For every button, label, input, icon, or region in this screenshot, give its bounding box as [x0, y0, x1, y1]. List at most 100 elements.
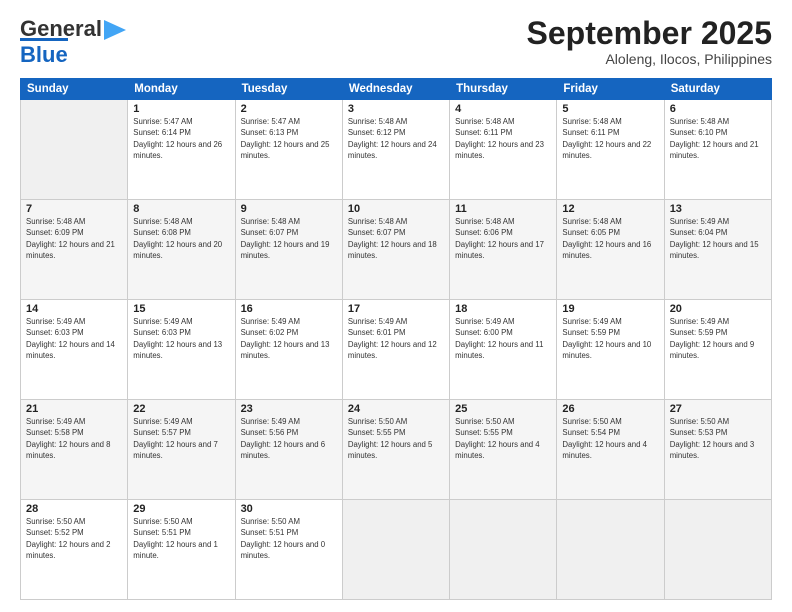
- cell-info: Sunrise: 5:50 AMSunset: 5:51 PMDaylight:…: [241, 516, 337, 561]
- cell-info: Sunrise: 5:50 AMSunset: 5:52 PMDaylight:…: [26, 516, 122, 561]
- calendar-cell: 26Sunrise: 5:50 AMSunset: 5:54 PMDayligh…: [557, 400, 664, 500]
- day-number: 24: [348, 403, 444, 415]
- day-number: 26: [562, 403, 658, 415]
- day-number: 17: [348, 303, 444, 315]
- cell-info: Sunrise: 5:49 AMSunset: 5:56 PMDaylight:…: [241, 416, 337, 461]
- cell-info: Sunrise: 5:48 AMSunset: 6:06 PMDaylight:…: [455, 216, 551, 261]
- cell-info: Sunrise: 5:48 AMSunset: 6:05 PMDaylight:…: [562, 216, 658, 261]
- calendar-cell: 29Sunrise: 5:50 AMSunset: 5:51 PMDayligh…: [128, 500, 235, 600]
- day-number: 11: [455, 203, 551, 215]
- cell-info: Sunrise: 5:49 AMSunset: 5:59 PMDaylight:…: [562, 316, 658, 361]
- calendar-cell: [557, 500, 664, 600]
- calendar-cell: 16Sunrise: 5:49 AMSunset: 6:02 PMDayligh…: [235, 300, 342, 400]
- cell-info: Sunrise: 5:50 AMSunset: 5:53 PMDaylight:…: [670, 416, 766, 461]
- calendar-week-2: 7Sunrise: 5:48 AMSunset: 6:09 PMDaylight…: [21, 200, 772, 300]
- calendar-cell: 19Sunrise: 5:49 AMSunset: 5:59 PMDayligh…: [557, 300, 664, 400]
- day-number: 29: [133, 503, 229, 515]
- cell-info: Sunrise: 5:48 AMSunset: 6:09 PMDaylight:…: [26, 216, 122, 261]
- calendar-cell: 9Sunrise: 5:48 AMSunset: 6:07 PMDaylight…: [235, 200, 342, 300]
- calendar-cell: 13Sunrise: 5:49 AMSunset: 6:04 PMDayligh…: [664, 200, 771, 300]
- weekday-header-wednesday: Wednesday: [342, 79, 449, 100]
- weekday-header-tuesday: Tuesday: [235, 79, 342, 100]
- cell-info: Sunrise: 5:47 AMSunset: 6:13 PMDaylight:…: [241, 116, 337, 161]
- calendar-cell: 21Sunrise: 5:49 AMSunset: 5:58 PMDayligh…: [21, 400, 128, 500]
- day-number: 28: [26, 503, 122, 515]
- calendar-week-4: 21Sunrise: 5:49 AMSunset: 5:58 PMDayligh…: [21, 400, 772, 500]
- cell-info: Sunrise: 5:49 AMSunset: 6:00 PMDaylight:…: [455, 316, 551, 361]
- cell-info: Sunrise: 5:48 AMSunset: 6:07 PMDaylight:…: [348, 216, 444, 261]
- day-number: 6: [670, 103, 766, 115]
- cell-info: Sunrise: 5:49 AMSunset: 6:04 PMDaylight:…: [670, 216, 766, 261]
- day-number: 22: [133, 403, 229, 415]
- calendar-cell: 23Sunrise: 5:49 AMSunset: 5:56 PMDayligh…: [235, 400, 342, 500]
- day-number: 21: [26, 403, 122, 415]
- calendar-cell: 8Sunrise: 5:48 AMSunset: 6:08 PMDaylight…: [128, 200, 235, 300]
- calendar-cell: 5Sunrise: 5:48 AMSunset: 6:11 PMDaylight…: [557, 100, 664, 200]
- calendar-cell: 28Sunrise: 5:50 AMSunset: 5:52 PMDayligh…: [21, 500, 128, 600]
- header: General Blue September 2025 Aloleng, Ilo…: [20, 16, 772, 68]
- day-number: 14: [26, 303, 122, 315]
- day-number: 15: [133, 303, 229, 315]
- day-number: 27: [670, 403, 766, 415]
- logo: General Blue: [20, 16, 126, 68]
- calendar-cell: 14Sunrise: 5:49 AMSunset: 6:03 PMDayligh…: [21, 300, 128, 400]
- cell-info: Sunrise: 5:50 AMSunset: 5:54 PMDaylight:…: [562, 416, 658, 461]
- weekday-header-sunday: Sunday: [21, 79, 128, 100]
- title-block: September 2025 Aloleng, Ilocos, Philippi…: [527, 16, 772, 67]
- cell-info: Sunrise: 5:48 AMSunset: 6:07 PMDaylight:…: [241, 216, 337, 261]
- calendar-week-5: 28Sunrise: 5:50 AMSunset: 5:52 PMDayligh…: [21, 500, 772, 600]
- calendar-cell: 18Sunrise: 5:49 AMSunset: 6:00 PMDayligh…: [450, 300, 557, 400]
- day-number: 10: [348, 203, 444, 215]
- calendar-cell: 24Sunrise: 5:50 AMSunset: 5:55 PMDayligh…: [342, 400, 449, 500]
- cell-info: Sunrise: 5:48 AMSunset: 6:10 PMDaylight:…: [670, 116, 766, 161]
- cell-info: Sunrise: 5:49 AMSunset: 6:01 PMDaylight:…: [348, 316, 444, 361]
- logo-arrow-icon: [104, 20, 126, 40]
- cell-info: Sunrise: 5:49 AMSunset: 5:59 PMDaylight:…: [670, 316, 766, 361]
- calendar-cell: [21, 100, 128, 200]
- cell-info: Sunrise: 5:50 AMSunset: 5:55 PMDaylight:…: [348, 416, 444, 461]
- calendar-cell: 10Sunrise: 5:48 AMSunset: 6:07 PMDayligh…: [342, 200, 449, 300]
- day-number: 1: [133, 103, 229, 115]
- calendar-table: SundayMondayTuesdayWednesdayThursdayFrid…: [20, 78, 772, 600]
- day-number: 3: [348, 103, 444, 115]
- cell-info: Sunrise: 5:49 AMSunset: 6:02 PMDaylight:…: [241, 316, 337, 361]
- day-number: 4: [455, 103, 551, 115]
- cell-info: Sunrise: 5:49 AMSunset: 6:03 PMDaylight:…: [26, 316, 122, 361]
- day-number: 2: [241, 103, 337, 115]
- day-number: 16: [241, 303, 337, 315]
- day-number: 30: [241, 503, 337, 515]
- weekday-header-thursday: Thursday: [450, 79, 557, 100]
- day-number: 23: [241, 403, 337, 415]
- calendar-cell: 7Sunrise: 5:48 AMSunset: 6:09 PMDaylight…: [21, 200, 128, 300]
- calendar-cell: 1Sunrise: 5:47 AMSunset: 6:14 PMDaylight…: [128, 100, 235, 200]
- month-title: September 2025: [527, 16, 772, 51]
- logo-blue: Blue: [20, 38, 68, 68]
- day-number: 19: [562, 303, 658, 315]
- cell-info: Sunrise: 5:48 AMSunset: 6:11 PMDaylight:…: [562, 116, 658, 161]
- calendar-cell: 25Sunrise: 5:50 AMSunset: 5:55 PMDayligh…: [450, 400, 557, 500]
- cell-info: Sunrise: 5:50 AMSunset: 5:55 PMDaylight:…: [455, 416, 551, 461]
- calendar-cell: 22Sunrise: 5:49 AMSunset: 5:57 PMDayligh…: [128, 400, 235, 500]
- page: General Blue September 2025 Aloleng, Ilo…: [0, 0, 792, 612]
- day-number: 12: [562, 203, 658, 215]
- cell-info: Sunrise: 5:48 AMSunset: 6:08 PMDaylight:…: [133, 216, 229, 261]
- calendar-cell: 2Sunrise: 5:47 AMSunset: 6:13 PMDaylight…: [235, 100, 342, 200]
- calendar-cell: 17Sunrise: 5:49 AMSunset: 6:01 PMDayligh…: [342, 300, 449, 400]
- day-number: 18: [455, 303, 551, 315]
- cell-info: Sunrise: 5:49 AMSunset: 5:57 PMDaylight:…: [133, 416, 229, 461]
- calendar-cell: 15Sunrise: 5:49 AMSunset: 6:03 PMDayligh…: [128, 300, 235, 400]
- cell-info: Sunrise: 5:49 AMSunset: 6:03 PMDaylight:…: [133, 316, 229, 361]
- calendar-week-1: 1Sunrise: 5:47 AMSunset: 6:14 PMDaylight…: [21, 100, 772, 200]
- cell-info: Sunrise: 5:48 AMSunset: 6:11 PMDaylight:…: [455, 116, 551, 161]
- cell-info: Sunrise: 5:48 AMSunset: 6:12 PMDaylight:…: [348, 116, 444, 161]
- calendar-cell: 3Sunrise: 5:48 AMSunset: 6:12 PMDaylight…: [342, 100, 449, 200]
- day-number: 7: [26, 203, 122, 215]
- weekday-header-saturday: Saturday: [664, 79, 771, 100]
- calendar-cell: 12Sunrise: 5:48 AMSunset: 6:05 PMDayligh…: [557, 200, 664, 300]
- cell-info: Sunrise: 5:50 AMSunset: 5:51 PMDaylight:…: [133, 516, 229, 561]
- day-number: 13: [670, 203, 766, 215]
- calendar-cell: 4Sunrise: 5:48 AMSunset: 6:11 PMDaylight…: [450, 100, 557, 200]
- calendar-cell: [450, 500, 557, 600]
- day-number: 8: [133, 203, 229, 215]
- cell-info: Sunrise: 5:47 AMSunset: 6:14 PMDaylight:…: [133, 116, 229, 161]
